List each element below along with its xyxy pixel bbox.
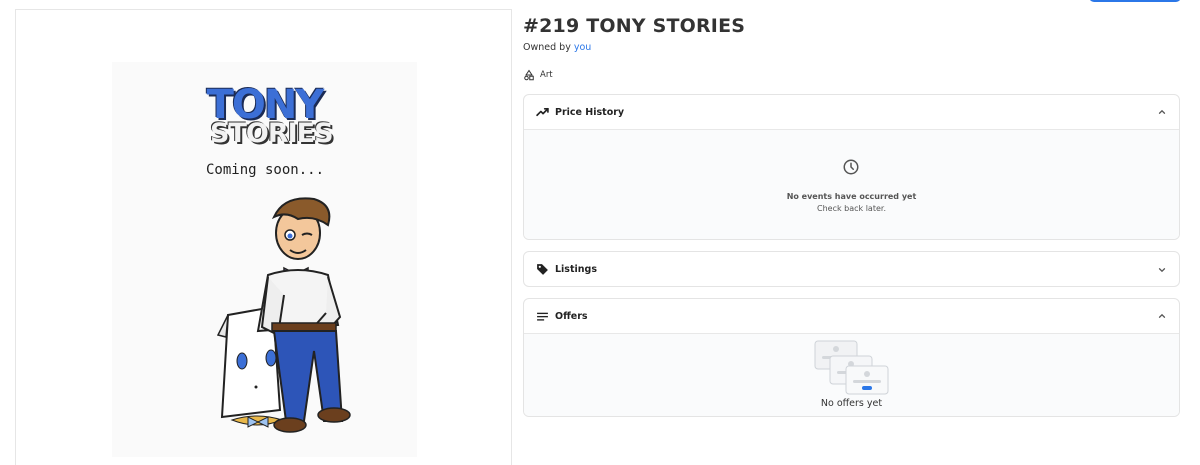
page-title: #219 TONY STORIES bbox=[523, 15, 746, 37]
listings-title: Listings bbox=[555, 264, 597, 275]
empty-offers-illustration bbox=[814, 340, 889, 395]
clock-icon bbox=[843, 159, 859, 175]
offers-header[interactable]: Offers bbox=[524, 299, 1179, 334]
category-label: Art bbox=[540, 70, 553, 80]
trending-up-icon bbox=[536, 106, 549, 119]
offers-body: No offers yet bbox=[524, 334, 1179, 416]
artwork-caption: Coming soon... bbox=[206, 162, 325, 178]
chevron-up-icon bbox=[1158, 109, 1166, 114]
owner-line: Owned by you bbox=[523, 42, 591, 53]
character-illustration bbox=[216, 197, 351, 433]
price-history-empty-title: No events have occurred yet bbox=[786, 192, 917, 201]
tag-icon bbox=[536, 263, 549, 276]
offers-empty-text: No offers yet bbox=[820, 398, 883, 409]
logo-line-2: STORIES bbox=[210, 118, 334, 149]
price-history-body: No events have occurred yet Check back l… bbox=[524, 130, 1179, 239]
listings-header[interactable]: Listings bbox=[524, 252, 1179, 286]
price-history-empty-subtitle: Check back later. bbox=[817, 204, 886, 213]
chevron-up-icon bbox=[1158, 313, 1166, 318]
listings-panel: Listings bbox=[523, 251, 1180, 287]
chevron-down-icon bbox=[1158, 267, 1166, 272]
artwork-panel: TONY STORIES Coming soon... bbox=[15, 9, 512, 465]
owner-prefix: Owned by bbox=[523, 42, 571, 53]
category-tag[interactable]: Art bbox=[523, 68, 553, 82]
shapes-icon bbox=[524, 69, 534, 81]
top-action-button[interactable] bbox=[1089, 0, 1181, 2]
price-history-panel: Price History No events have occurred ye… bbox=[523, 94, 1180, 240]
offers-title: Offers bbox=[555, 310, 588, 322]
list-icon bbox=[536, 310, 549, 323]
price-history-header[interactable]: Price History bbox=[524, 95, 1179, 130]
price-history-title: Price History bbox=[555, 106, 625, 118]
offers-panel: Offers No offers yet bbox=[523, 298, 1180, 417]
owner-link[interactable]: you bbox=[574, 42, 591, 53]
